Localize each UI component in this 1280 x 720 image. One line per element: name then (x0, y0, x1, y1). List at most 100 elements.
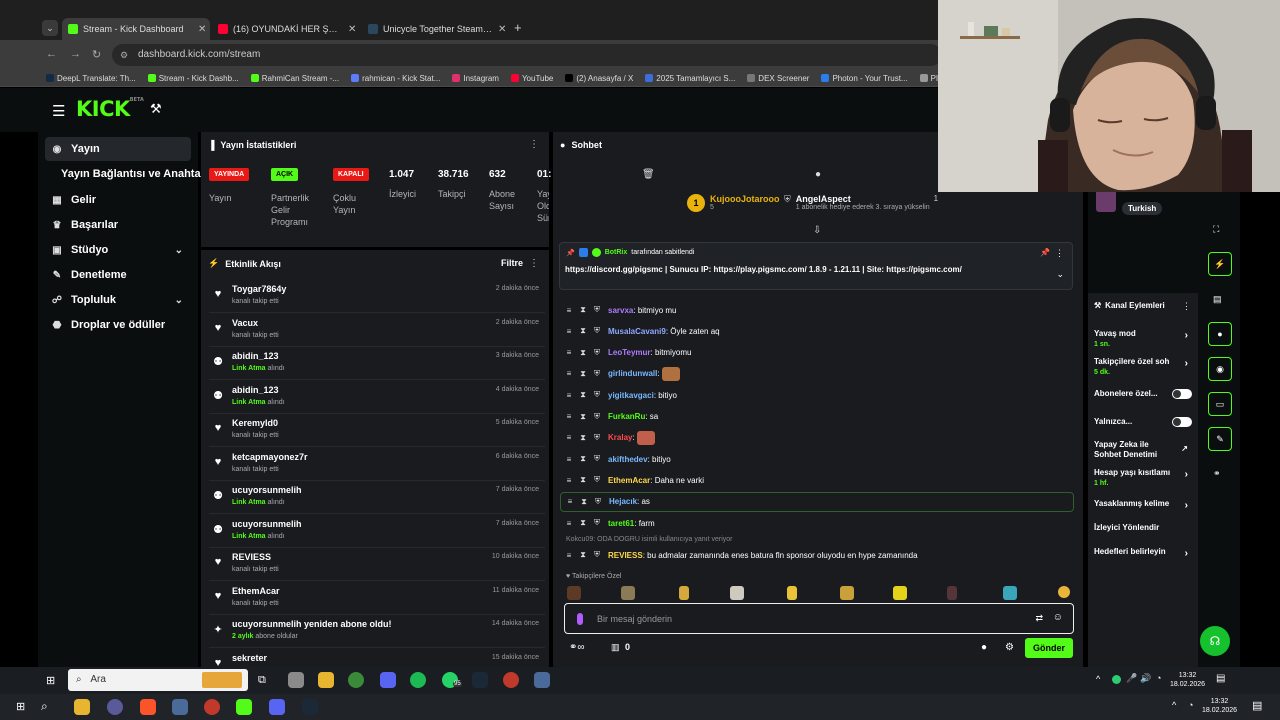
trash-icon[interactable]: 🗑 (642, 169, 655, 180)
activity-user[interactable]: abidin_123 (232, 385, 279, 395)
clock-bottom[interactable]: 13:32 18.02.2026 (1202, 697, 1237, 715)
activity-user[interactable]: Keremyld0 (232, 418, 278, 428)
message-menu-icon[interactable]: ≡ (567, 497, 573, 506)
broadcast-button[interactable]: ◉ (1208, 357, 1232, 381)
timeout-icon[interactable]: ⧗ (580, 412, 586, 422)
kebab-menu-icon[interactable]: ⋮ (529, 139, 539, 150)
timeout-icon[interactable]: ⧗ (580, 305, 586, 315)
tray-chevron-icon[interactable]: ^ (1172, 700, 1176, 710)
bookmark-item[interactable]: rahmican - Kick Stat... (351, 74, 440, 83)
sub-only-toggle[interactable] (1172, 389, 1192, 399)
chat-username[interactable]: Kralay (608, 433, 632, 442)
chat-username[interactable]: taret61 (608, 519, 634, 528)
timeout-icon[interactable]: ⧗ (581, 497, 587, 507)
emote[interactable] (567, 586, 581, 600)
ai-moderation-setting[interactable]: Yapay Zeka ile Sohbet Denetimi ↗ (1094, 440, 1188, 460)
chat-username[interactable]: yigitkavgaci (608, 391, 654, 400)
layout-button[interactable]: ▭ (1208, 392, 1232, 416)
chat-bubble-icon[interactable]: ● (981, 642, 987, 653)
language-tag[interactable]: Turkish (1122, 202, 1163, 215)
wifi-icon[interactable]: ◔ (1188, 700, 1193, 710)
unpin-icon[interactable]: 📌 (1040, 248, 1050, 257)
chat-username[interactable]: FurkanRu (608, 412, 645, 421)
tab-close-icon[interactable]: ✕ (498, 24, 510, 35)
filter-button[interactable]: Filtre (501, 258, 523, 268)
activity-user[interactable]: ketcapmayonez7r (232, 452, 308, 462)
activity-user[interactable]: ucuyorsunmelih (232, 519, 302, 529)
tab-youtube[interactable]: (16) OYUNDAKİ HER ŞEY YENİLE ✕ (212, 18, 360, 40)
tray-status-icon[interactable] (1112, 675, 1121, 684)
app-icon[interactable] (288, 672, 304, 688)
emote[interactable] (1058, 586, 1070, 598)
emote[interactable] (679, 586, 689, 600)
menu-icon[interactable]: ☰ (52, 102, 65, 120)
task-view-icon[interactable]: ⧉ (258, 674, 266, 687)
banned-words-setting[interactable]: Yasaklanmış kelime › (1094, 499, 1188, 511)
chat-username[interactable]: REVIESS (608, 551, 643, 560)
app-icon[interactable] (172, 699, 188, 715)
chat-username[interactable]: Hejacık (609, 497, 637, 506)
kick-app-icon[interactable] (236, 699, 252, 715)
mic-icon[interactable] (577, 613, 583, 625)
reload-icon[interactable]: ↻ (92, 48, 101, 61)
chat-input[interactable]: Bir mesaj gönderin ⇄ ☺ (564, 603, 1074, 634)
discord-icon[interactable] (269, 699, 285, 715)
windows-start-icon[interactable]: ⊞ (46, 674, 55, 687)
timeout-icon[interactable]: ⧗ (580, 454, 586, 464)
chat-emote[interactable] (661, 366, 680, 381)
taskbar-search-input[interactable]: ⌕ Ara (68, 669, 248, 691)
community-icon[interactable]: ⚭∞ (569, 642, 585, 653)
site-info-icon[interactable]: ⚙ (120, 44, 128, 66)
message-menu-icon[interactable]: ≡ (566, 391, 572, 400)
kick-logo[interactable]: KICKBETA (76, 97, 144, 121)
activity-user[interactable]: abidin_123 (232, 351, 279, 361)
redirect-setting[interactable]: İzleyici Yönlendir (1094, 523, 1184, 533)
timeout-icon[interactable]: ⧗ (580, 518, 586, 528)
tab-kick-dashboard[interactable]: Stream - Kick Dashboard ✕ (62, 18, 210, 40)
goals-setting[interactable]: Hedefleri belirleyin › (1094, 547, 1188, 559)
folder-icon[interactable] (318, 672, 334, 688)
hammer-icon[interactable]: ⚒ (150, 101, 162, 117)
send-button[interactable]: Gönder (1025, 638, 1073, 658)
timeout-icon[interactable]: ⧗ (580, 348, 586, 358)
bookmark-item[interactable]: 2025 Tamamlayıcı S... (645, 74, 735, 83)
bookmark-item[interactable]: (2) Anasayfa / X (565, 74, 633, 83)
sidebar-item-studyo[interactable]: ▣ Stüdyo ⌄ (45, 238, 191, 262)
chat-button[interactable]: ● (1208, 322, 1232, 346)
slow-mode-setting[interactable]: Yavaş mod 1 sn. › (1094, 329, 1188, 350)
windows-start-icon[interactable]: ⊞ (16, 700, 25, 713)
chat-emote[interactable] (636, 430, 655, 445)
timeout-icon[interactable]: ⧗ (580, 390, 586, 400)
emoji-icon[interactable]: ☺ (1053, 612, 1063, 623)
message-menu-icon[interactable]: ≡ (566, 433, 572, 442)
message-menu-icon[interactable]: ≡ (566, 551, 572, 560)
tab-close-icon[interactable]: ✕ (198, 24, 210, 35)
fullscreen-icon[interactable]: ⛶ (1213, 224, 1219, 235)
chat-settings-icon[interactable]: ● (815, 169, 821, 180)
community-icon[interactable]: ⚭ (1213, 468, 1221, 479)
emote[interactable] (621, 586, 635, 600)
bookmark-item[interactable]: DEX Screener (747, 74, 809, 83)
activity-user[interactable]: Vacux (232, 318, 258, 328)
activity-user[interactable]: REVIESS (232, 552, 271, 562)
steam-icon[interactable] (302, 699, 318, 715)
message-menu-icon[interactable]: ≡ (566, 369, 572, 378)
pin-text[interactable]: https://discord.gg/pigsmc | Sunucu IP: h… (565, 265, 1035, 274)
address-bar[interactable]: ⚙ dashboard.kick.com/stream (112, 44, 942, 66)
chat-username[interactable]: EthemAcar (608, 476, 650, 485)
notifications-icon[interactable]: ▤ (1216, 673, 1225, 684)
timeout-icon[interactable]: ⧗ (580, 369, 586, 379)
bookmark-item[interactable]: Stream - Kick Dashb... (147, 74, 239, 83)
app-icon[interactable] (503, 672, 519, 688)
bookmark-item[interactable]: DeepL Translate: Th... (46, 74, 136, 83)
bolt-button[interactable]: ⚡ (1208, 252, 1232, 276)
message-menu-icon[interactable]: ≡ (566, 306, 572, 315)
support-chat-icon[interactable]: ☊ (1200, 626, 1230, 656)
chat-username[interactable]: sarvxa (608, 306, 633, 315)
chevron-down-icon[interactable]: ⌄ (1056, 269, 1064, 280)
bookmark-item[interactable]: YouTube (510, 74, 553, 83)
sidebar-item-topluluk[interactable]: ☍ Topluluk ⌄ (45, 288, 191, 312)
tab-close-icon[interactable]: ✕ (348, 24, 360, 35)
timeout-icon[interactable]: ⧗ (580, 550, 586, 560)
clock-top[interactable]: 13:32 18.02.2026 (1170, 671, 1205, 689)
